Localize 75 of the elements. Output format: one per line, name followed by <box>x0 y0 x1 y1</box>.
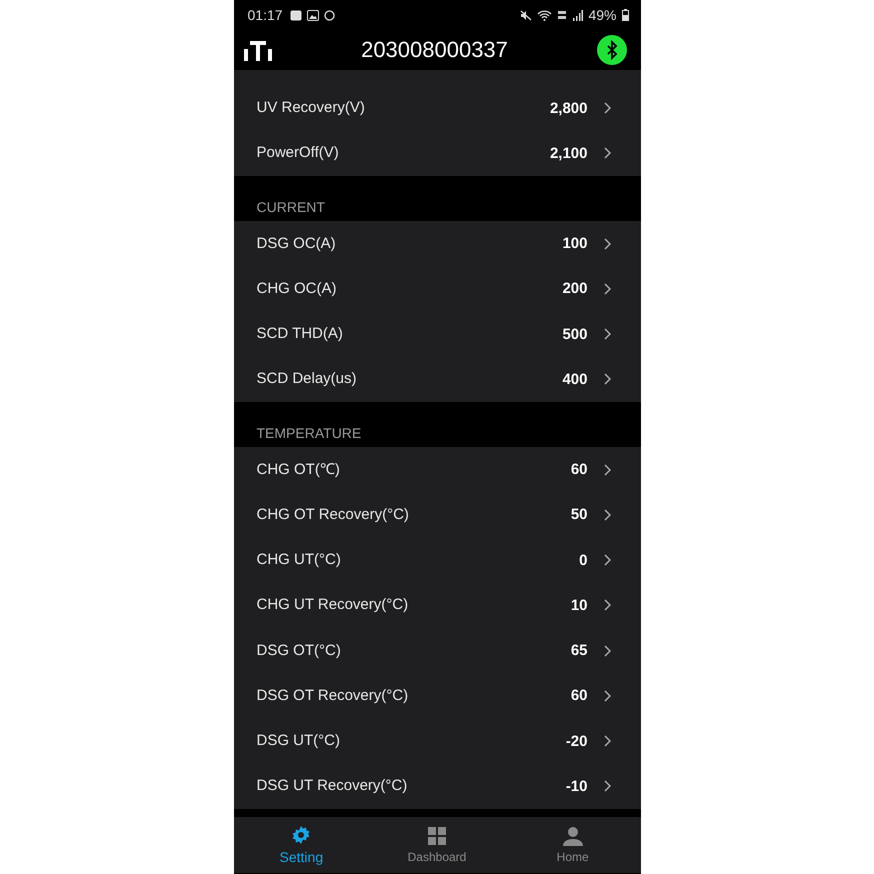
nav-tab[interactable]: Dashboard <box>369 817 505 873</box>
setting-value: 65 <box>570 642 588 660</box>
setting-value: -20 <box>566 732 588 750</box>
logo-icon <box>244 39 272 61</box>
setting-label: SCD THD(A) <box>256 325 344 344</box>
chevron-icon <box>604 238 610 250</box>
setting-label: DSG OC(A) <box>256 234 337 253</box>
setting-label: DSG OT Recovery(°C) <box>256 686 410 705</box>
grid-icon <box>427 826 447 846</box>
chevron-icon <box>604 328 610 340</box>
setting-row[interactable]: SCD Delay(us) 400 <box>234 356 640 402</box>
battery-percent: 49% <box>588 7 616 23</box>
circle-icon <box>324 10 335 20</box>
setting-row[interactable]: CHG OT Recovery(°C) 50 <box>234 492 640 538</box>
setting-row[interactable]: UV Recovery(V) 2,800 <box>234 86 640 131</box>
status-time: 01:17 <box>248 7 283 23</box>
setting-label: DSG UT Recovery(°C) <box>256 777 408 796</box>
setting-label: UV Recovery(V) <box>256 99 366 118</box>
setting-value: 60 <box>570 687 588 704</box>
setting-label: SCD Delay(us) <box>256 370 358 388</box>
chevron-icon <box>604 508 610 521</box>
setting-label: CHG OT Recovery(°C) <box>256 506 410 524</box>
device-title: 203008000337 <box>361 37 508 63</box>
chevron-icon <box>604 282 610 295</box>
setting-value: 100 <box>562 235 588 252</box>
setting-value: 2,100 <box>550 144 588 162</box>
chevron-icon <box>604 735 610 748</box>
setting-value: 50 <box>570 506 588 524</box>
setting-label: CHG OC(A) <box>256 280 338 298</box>
setting-row[interactable]: SCD THD(A) 500 <box>234 312 640 357</box>
person-icon <box>562 826 583 846</box>
chevron-icon <box>604 102 610 114</box>
setting-row[interactable]: DSG UT(°C) -20 <box>234 718 640 764</box>
settings-icon <box>291 825 312 845</box>
setting-row[interactable]: DSG OT(°C) 65 <box>234 628 640 674</box>
signal-icon <box>572 10 584 20</box>
section-title: CURRENT <box>256 199 325 215</box>
setting-row[interactable]: CHG UT(°C) 0 <box>234 538 640 583</box>
setting-value: 500 <box>562 326 588 343</box>
setting-row[interactable]: CHG OC(A) 200 <box>234 266 640 312</box>
chevron-icon <box>604 554 610 566</box>
chevron-icon <box>604 644 610 657</box>
chevron-icon <box>604 599 610 612</box>
wifi-icon <box>537 10 552 20</box>
setting-row[interactable]: PowerOff(V) 2,100 <box>234 130 640 176</box>
setting-value: 0 <box>579 552 588 569</box>
setting-row[interactable]: DSG OT Recovery(°C) 60 <box>234 673 640 718</box>
nav-tab[interactable]: Home <box>504 817 640 873</box>
setting-row[interactable]: DSG OC(A) 100 <box>234 221 640 266</box>
setting-value: 10 <box>570 596 588 614</box>
setting-label: DSG OT(°C) <box>256 642 342 660</box>
bluetooth-icon[interactable] <box>597 35 628 65</box>
nav-tab[interactable]: Setting <box>234 817 370 873</box>
mute-icon <box>520 10 532 20</box>
setting-label: DSG UT(°C) <box>256 732 341 750</box>
image-icon <box>306 10 319 20</box>
setting-value: 2,800 <box>550 100 588 117</box>
battery-icon <box>622 9 628 21</box>
setting-label: CHG UT Recovery(°C) <box>256 596 410 614</box>
setting-value: 200 <box>562 280 588 298</box>
setting-value: 60 <box>570 461 588 478</box>
chevron-icon <box>604 690 610 702</box>
setting-value: -10 <box>566 778 588 795</box>
setting-label: CHG UT(°C) <box>256 551 342 570</box>
chevron-icon <box>604 780 610 792</box>
chevron-icon <box>604 464 610 476</box>
setting-label: PowerOff(V) <box>256 144 340 162</box>
setting-row[interactable]: DSG UT Recovery(°C) -10 <box>234 764 640 809</box>
chevron-icon <box>604 373 610 386</box>
setting-row[interactable]: CHG UT Recovery(°C) 10 <box>234 582 640 628</box>
setting-label: CHG OT(℃) <box>256 460 341 479</box>
chevron-icon <box>604 147 610 160</box>
section-title: TEMPERATURE <box>256 425 362 441</box>
setting-value: 400 <box>562 370 588 388</box>
setting-row[interactable]: CHG OT(℃) 60 <box>234 447 640 492</box>
